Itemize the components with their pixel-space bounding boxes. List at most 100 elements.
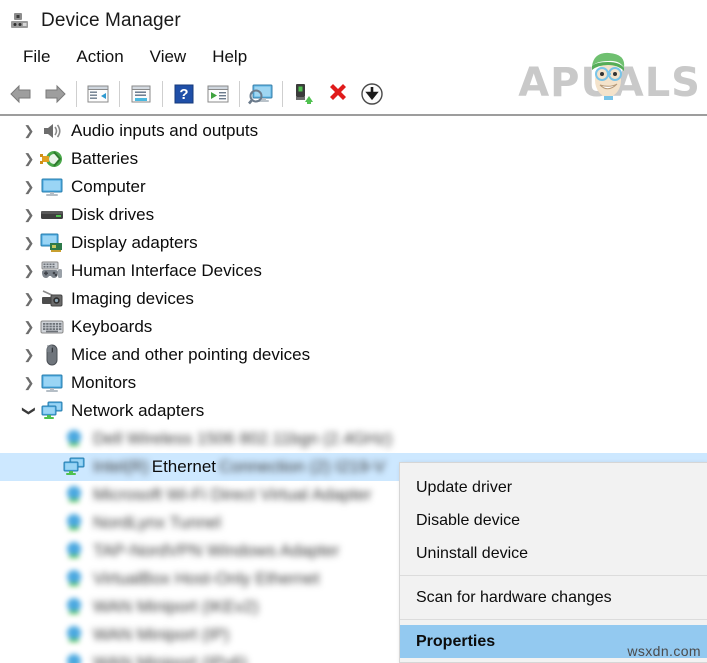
- tree-child-label: VirtualBox Host-Only Ethernet: [93, 569, 320, 588]
- toolbar-separator: [119, 81, 120, 107]
- title-bar: Device Manager: [0, 0, 707, 41]
- hid-icon: [40, 260, 64, 282]
- tree-item-label: Monitors: [71, 373, 137, 392]
- network-device-icon: [62, 428, 86, 450]
- menu-bar: File Action View Help: [0, 41, 707, 73]
- chevron-right-icon[interactable]: ❯: [18, 347, 40, 363]
- tree-item-label: Keyboards: [71, 317, 153, 336]
- tree-item-label: Computer: [71, 177, 146, 196]
- ethernet-label-suffix: Connection (2) I219-V: [219, 457, 386, 476]
- battery-icon: [40, 148, 64, 170]
- mouse-icon: [40, 344, 64, 366]
- network-adapter-icon: [62, 456, 86, 478]
- tree-child-label: WAN Miniport (IP): [93, 625, 230, 644]
- keyboard-icon: [40, 316, 64, 338]
- camera-icon: [40, 288, 64, 310]
- network-adapter-icon: [40, 400, 64, 422]
- chevron-right-icon[interactable]: ❯: [18, 375, 40, 391]
- toolbar-separator: [282, 81, 283, 107]
- chevron-right-icon[interactable]: ❯: [18, 235, 40, 251]
- tree-item-label: Display adapters: [71, 233, 198, 252]
- properties-icon[interactable]: [124, 77, 158, 111]
- tree-child-label: Dell Wireless 1506 802.11bgn (2.4GHz): [93, 429, 393, 448]
- uninstall-device-icon[interactable]: [321, 77, 355, 111]
- tree-item-label: Imaging devices: [71, 289, 194, 308]
- tree-item-network-adapters[interactable]: ❯ Network adapters: [0, 397, 707, 425]
- toolbar-separator: [76, 81, 77, 107]
- ctx-properties[interactable]: Properties: [400, 625, 707, 658]
- tree-item-computer[interactable]: ❯ Computer: [0, 173, 707, 201]
- network-device-icon: [62, 596, 86, 618]
- scan-for-hardware-changes-icon[interactable]: [244, 77, 278, 111]
- ctx-update-driver[interactable]: Update driver: [400, 471, 707, 504]
- chevron-right-icon[interactable]: ❯: [18, 179, 40, 195]
- context-menu-separator: [400, 619, 707, 620]
- tree-item-label: Batteries: [71, 149, 139, 168]
- tree-item-disk-drives[interactable]: ❯ Disk drives: [0, 201, 707, 229]
- menu-view[interactable]: View: [137, 47, 200, 67]
- tree-item-display-adapters[interactable]: ❯ Display adapters: [0, 229, 707, 257]
- context-menu-separator: [400, 575, 707, 576]
- tree-child-label: WAN Miniport (IPv6): [93, 653, 248, 663]
- chevron-right-icon[interactable]: ❯: [18, 291, 40, 307]
- tree-child-item[interactable]: Dell Wireless 1506 802.11bgn (2.4GHz): [0, 425, 707, 453]
- display-adapter-icon: [40, 232, 64, 254]
- ctx-scan-hardware[interactable]: Scan for hardware changes: [400, 581, 707, 614]
- tree-child-label: TAP-NordVPN Windows Adapter: [93, 541, 340, 560]
- tree-child-label: Microsoft Wi-Fi Direct Virtual Adapter: [93, 485, 372, 504]
- ethernet-label: Ethernet: [148, 457, 219, 477]
- tree-item-hid[interactable]: ❯ Human Interface Devices: [0, 257, 707, 285]
- network-device-icon: [62, 484, 86, 506]
- tree-item-label: Human Interface Devices: [71, 261, 262, 280]
- toolbar-separator: [162, 81, 163, 107]
- forward-arrow-icon[interactable]: [38, 77, 72, 111]
- tree-item-mice[interactable]: ❯ Mice and other pointing devices: [0, 341, 707, 369]
- ethernet-label-prefix: Intel(R): [93, 457, 149, 476]
- network-device-icon: [62, 540, 86, 562]
- network-device-icon: [62, 624, 86, 646]
- tree-item-label: Mice and other pointing devices: [71, 345, 311, 364]
- enable-device-icon[interactable]: [287, 77, 321, 111]
- disk-drive-icon: [40, 204, 64, 226]
- update-driver-software-icon[interactable]: [201, 77, 235, 111]
- tree-item-label: Network adapters: [71, 401, 205, 420]
- back-arrow-icon[interactable]: [4, 77, 38, 111]
- show-hide-console-tree-icon[interactable]: [81, 77, 115, 111]
- toolbar-divider: [0, 114, 707, 116]
- computer-icon: [40, 176, 64, 198]
- menu-action[interactable]: Action: [63, 47, 136, 67]
- device-manager-window: Device Manager File Action View Help ? A…: [0, 0, 707, 663]
- network-device-icon: [62, 512, 86, 534]
- network-device-icon: [62, 568, 86, 590]
- chevron-right-icon[interactable]: ❯: [18, 123, 40, 139]
- window-title: Device Manager: [41, 9, 181, 31]
- tree-item-audio[interactable]: ❯ Audio inputs and outputs: [0, 117, 707, 145]
- chevron-right-icon[interactable]: ❯: [18, 319, 40, 335]
- disable-device-icon[interactable]: [355, 77, 389, 111]
- ctx-uninstall-device[interactable]: Uninstall device: [400, 537, 707, 570]
- toolbar: ?: [0, 73, 707, 115]
- tree-item-monitors[interactable]: ❯ Monitors: [0, 369, 707, 397]
- tree-item-label: Audio inputs and outputs: [71, 121, 259, 140]
- menu-file[interactable]: File: [10, 47, 63, 67]
- context-menu[interactable]: Update driver Disable device Uninstall d…: [399, 462, 707, 663]
- monitor-icon: [40, 372, 64, 394]
- tree-child-label: NordLynx Tunnel: [93, 513, 221, 532]
- tree-item-batteries[interactable]: ❯ Batteries: [0, 145, 707, 173]
- chevron-right-icon[interactable]: ❯: [18, 207, 40, 223]
- toolbar-separator: [239, 81, 240, 107]
- svg-text:?: ?: [179, 86, 188, 103]
- chevron-down-icon[interactable]: ❯: [21, 400, 37, 422]
- tree-child-label: WAN Miniport (IKEv2): [93, 597, 259, 616]
- chevron-right-icon[interactable]: ❯: [18, 263, 40, 279]
- ctx-disable-device[interactable]: Disable device: [400, 504, 707, 537]
- speaker-icon: [40, 120, 64, 142]
- device-manager-icon: [9, 10, 31, 32]
- help-icon[interactable]: ?: [167, 77, 201, 111]
- network-device-icon: [62, 652, 86, 663]
- tree-item-label: Disk drives: [71, 205, 155, 224]
- tree-item-imaging[interactable]: ❯ Imaging devices: [0, 285, 707, 313]
- menu-help[interactable]: Help: [199, 47, 260, 67]
- chevron-right-icon[interactable]: ❯: [18, 151, 40, 167]
- tree-item-keyboards[interactable]: ❯ Keyboards: [0, 313, 707, 341]
